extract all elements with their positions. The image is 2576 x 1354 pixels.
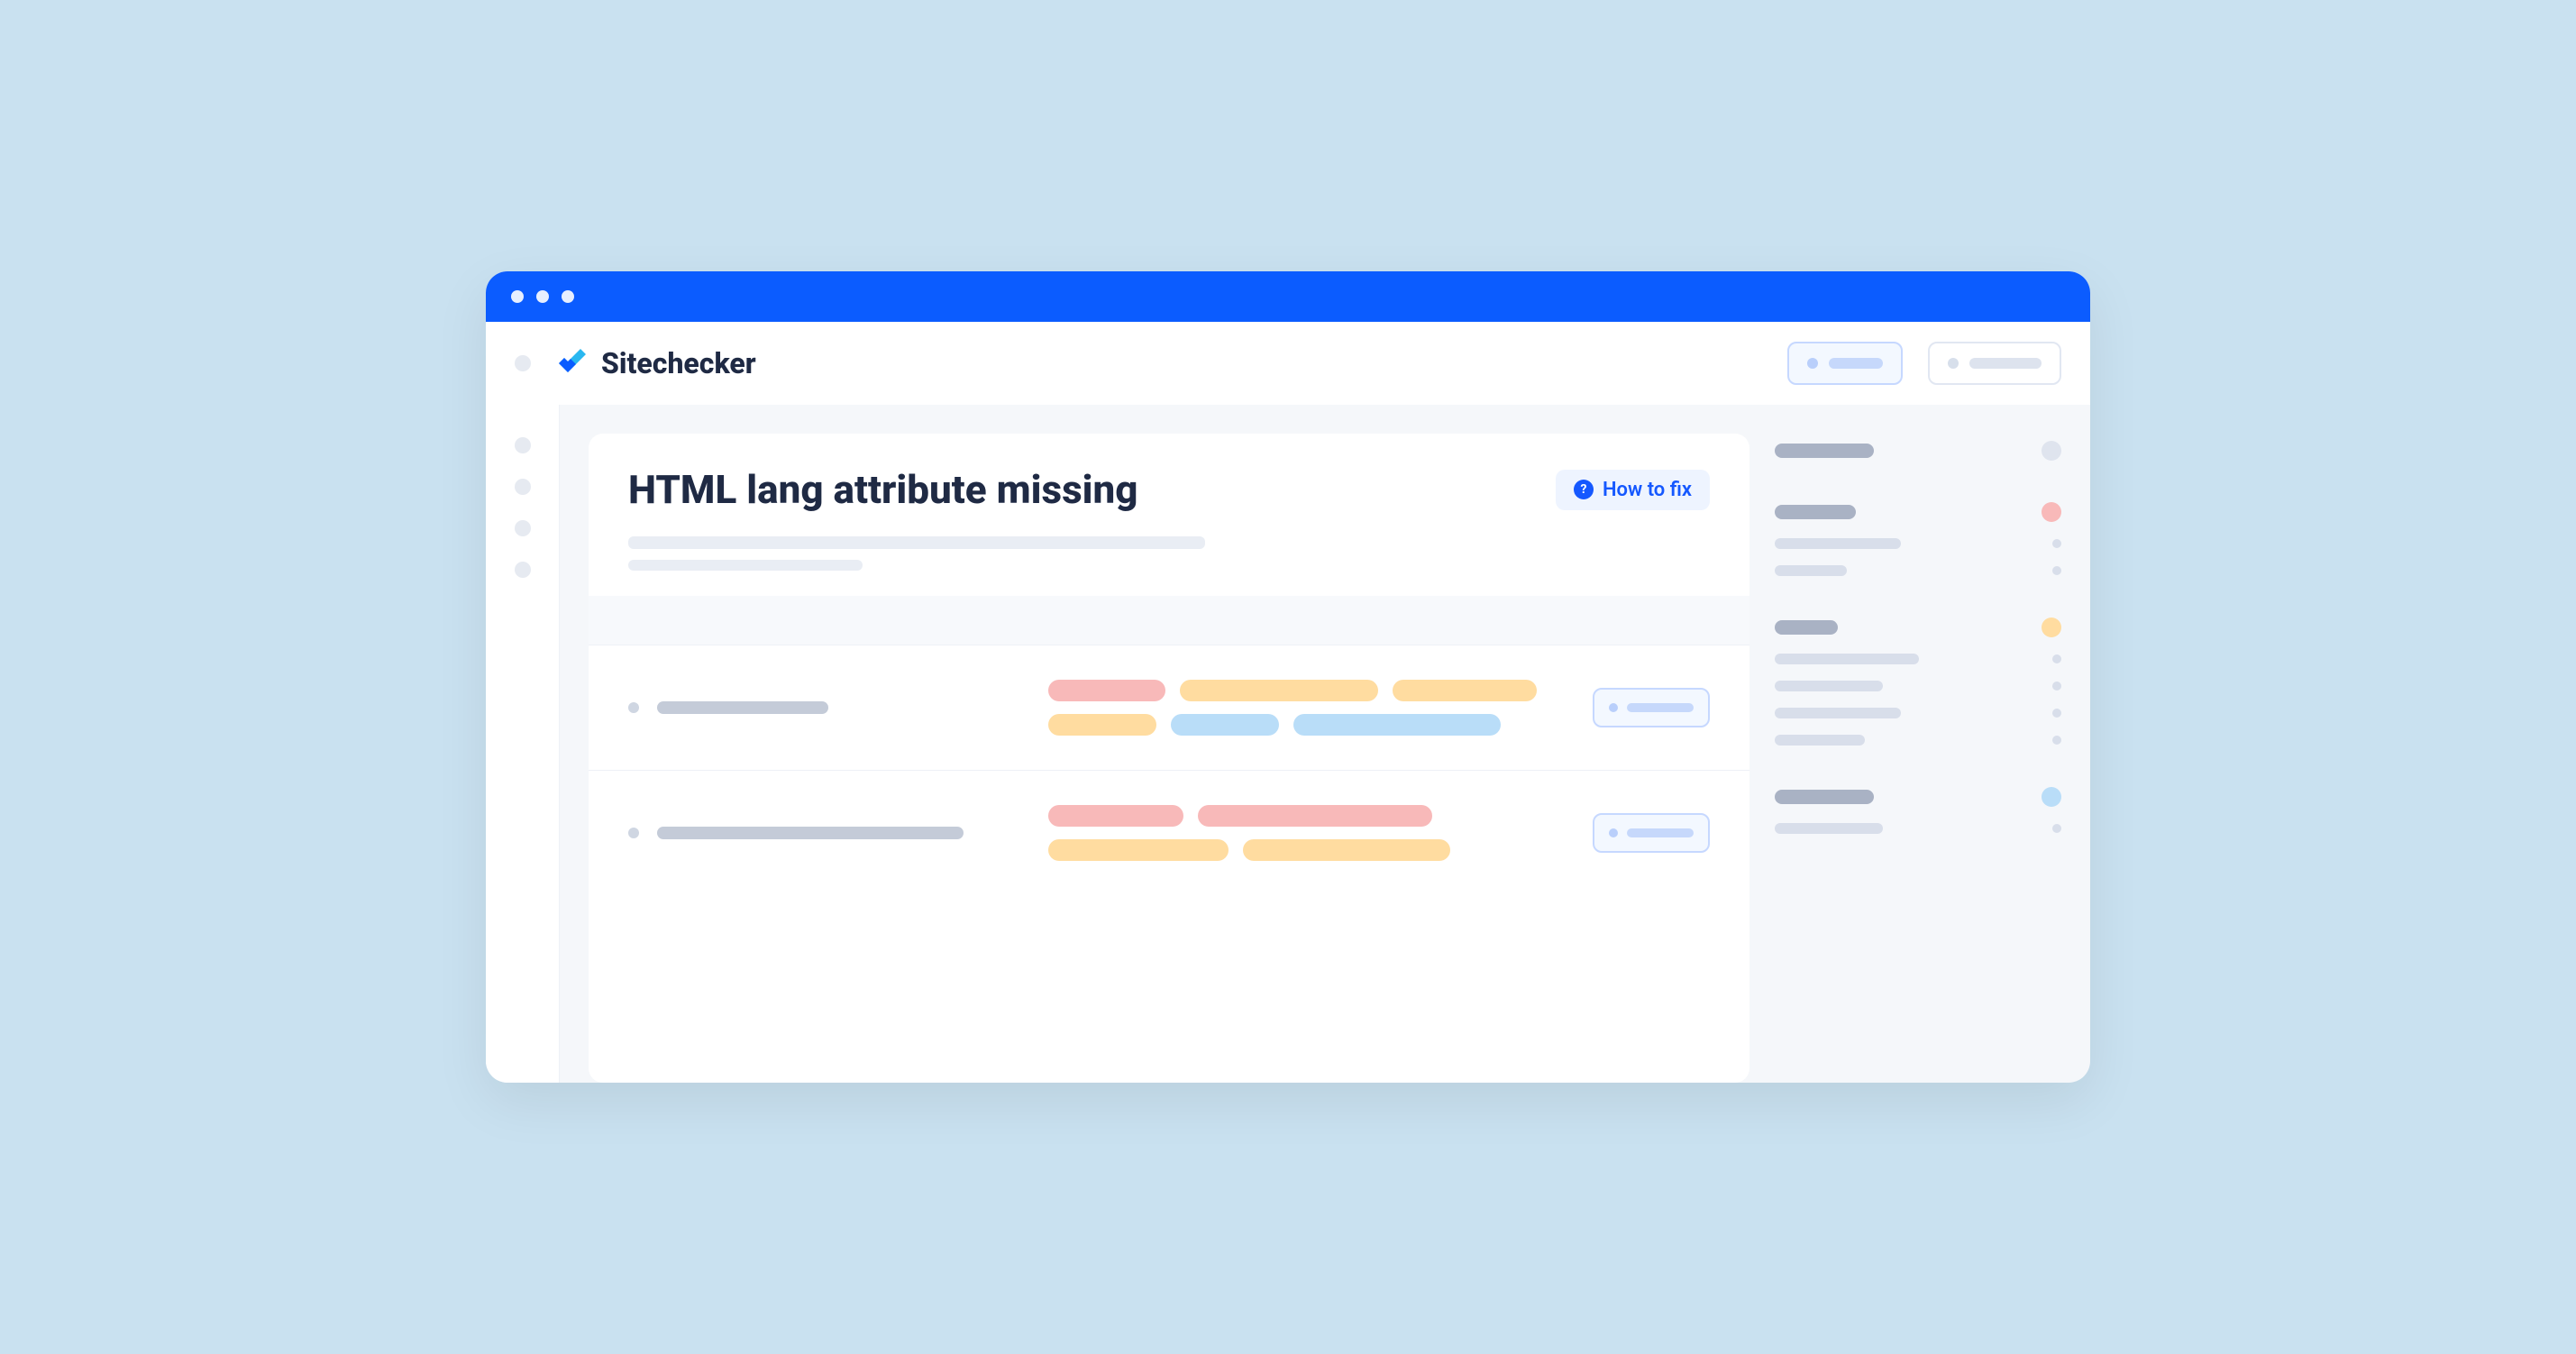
menu-icon[interactable]	[515, 355, 531, 371]
brand[interactable]: Sitechecker	[556, 346, 756, 380]
summary-group	[1775, 618, 2061, 746]
tags	[1048, 680, 1560, 736]
app-window: Sitechecker HTML lang attribute missing	[486, 271, 2090, 1083]
row-action-button[interactable]	[1593, 813, 1710, 853]
window-titlebar	[486, 271, 2090, 322]
status-badge	[2042, 441, 2061, 461]
issue-panel: HTML lang attribute missing ? How to fix	[589, 434, 1749, 1083]
nav-item[interactable]	[515, 479, 531, 495]
nav-rail	[486, 405, 560, 1083]
status-badge	[2042, 502, 2061, 522]
window-minimize-icon[interactable]	[536, 290, 549, 303]
summary-item[interactable]	[1775, 735, 2061, 746]
row-action-button[interactable]	[1593, 688, 1710, 727]
issue-row[interactable]	[589, 770, 1749, 895]
status-dot-icon	[628, 828, 639, 838]
row-url-placeholder	[657, 827, 964, 839]
header-action-primary[interactable]	[1787, 342, 1903, 385]
row-url-placeholder	[657, 701, 828, 714]
summary-group	[1775, 787, 2061, 834]
brand-name: Sitechecker	[601, 346, 756, 380]
how-to-fix-button[interactable]: ? How to fix	[1556, 470, 1710, 510]
sidebar-summary	[1775, 434, 2061, 1083]
window-close-icon[interactable]	[511, 290, 524, 303]
status-dot-icon	[628, 702, 639, 713]
page-title: HTML lang attribute missing	[628, 466, 1538, 513]
issue-row[interactable]	[589, 645, 1749, 770]
summary-item[interactable]	[1775, 823, 2061, 834]
brand-logo-icon	[556, 347, 589, 380]
summary-item[interactable]	[1775, 538, 2061, 549]
tags	[1048, 805, 1560, 861]
header-action-secondary[interactable]	[1928, 342, 2061, 385]
summary-item[interactable]	[1775, 681, 2061, 691]
summary-group	[1775, 502, 2061, 576]
status-badge	[2042, 618, 2061, 637]
filter-bar	[589, 596, 1749, 645]
description-placeholder	[628, 536, 1710, 571]
window-maximize-icon[interactable]	[562, 290, 574, 303]
status-badge	[2042, 787, 2061, 807]
summary-item[interactable]	[1775, 565, 2061, 576]
nav-item[interactable]	[515, 437, 531, 453]
nav-item[interactable]	[515, 562, 531, 578]
how-to-fix-label: How to fix	[1603, 479, 1692, 501]
summary-item[interactable]	[1775, 708, 2061, 718]
nav-item[interactable]	[515, 520, 531, 536]
app-header: Sitechecker	[486, 322, 2090, 405]
summary-item[interactable]	[1775, 654, 2061, 664]
help-icon: ?	[1574, 480, 1594, 499]
summary-group	[1775, 441, 2061, 461]
